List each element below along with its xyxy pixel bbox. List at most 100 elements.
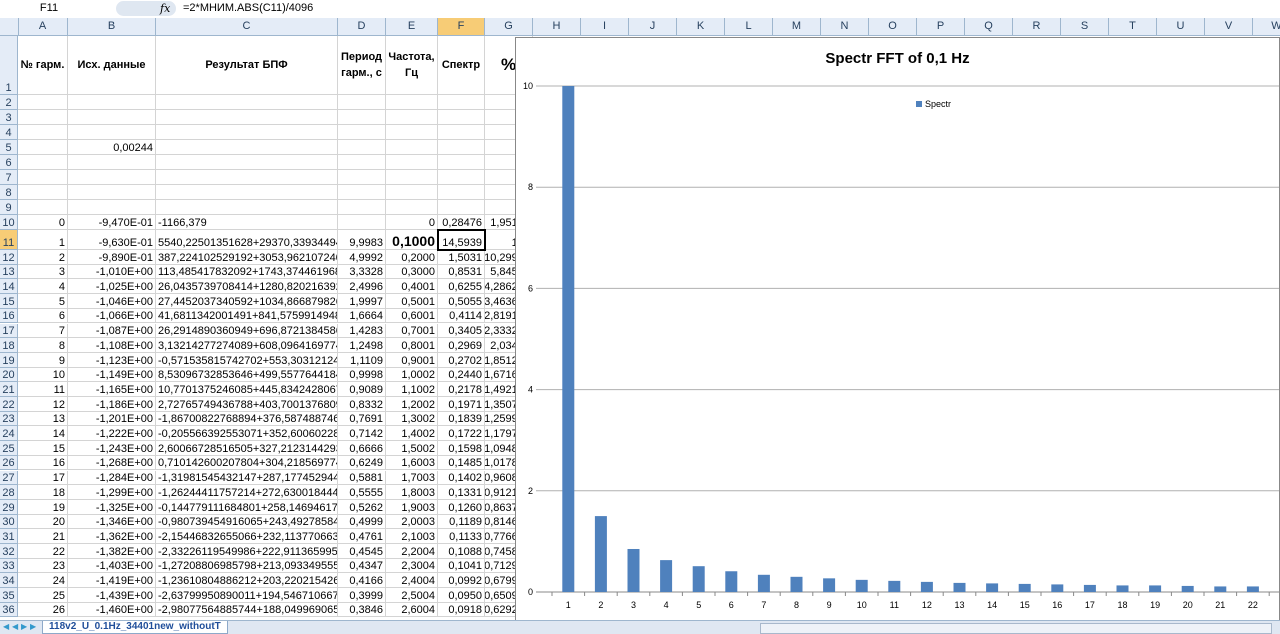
- row-header[interactable]: 1: [0, 36, 18, 95]
- row-header[interactable]: 23: [0, 411, 18, 427]
- cell[interactable]: [156, 185, 338, 200]
- cell-c[interactable]: 10,7701375246085+445,834242806722i: [156, 382, 338, 397]
- cell-e[interactable]: 0,7001: [386, 323, 438, 339]
- cell-f[interactable]: 0,2440: [438, 367, 485, 383]
- cell-d[interactable]: 9,9983: [338, 230, 386, 250]
- cell-c[interactable]: 387,224102529192+3053,96210724041i: [156, 250, 338, 265]
- cell-b[interactable]: -1,066E+00: [68, 308, 156, 324]
- cell-e[interactable]: 1,9003: [386, 499, 438, 515]
- cell-c[interactable]: -0,144779111684801+258,146946177698i: [156, 499, 338, 515]
- cell[interactable]: [18, 200, 68, 215]
- row-header[interactable]: 9: [0, 200, 18, 215]
- cell-a[interactable]: 23: [18, 558, 68, 574]
- row-header[interactable]: 27: [0, 470, 18, 486]
- cell-d[interactable]: 0,4761: [338, 529, 386, 544]
- cell-a[interactable]: 15: [18, 441, 68, 456]
- cell[interactable]: [156, 95, 338, 110]
- row-header[interactable]: 12: [0, 250, 18, 265]
- column-header[interactable]: O: [869, 18, 917, 35]
- column-header[interactable]: G: [485, 18, 533, 35]
- cell-b[interactable]: -1,165E+00: [68, 382, 156, 397]
- cell-b[interactable]: -1,346E+00: [68, 514, 156, 530]
- cell-f[interactable]: 0,8531: [438, 264, 485, 280]
- cell[interactable]: [68, 155, 156, 170]
- cell[interactable]: [338, 185, 386, 200]
- cell-c[interactable]: 2,60066728516505+327,212314429357i: [156, 441, 338, 456]
- cell-b[interactable]: -1,325E+00: [68, 499, 156, 515]
- cell[interactable]: [338, 110, 386, 125]
- cell-f[interactable]: 0,1260: [438, 499, 485, 515]
- cell-e[interactable]: 1,4002: [386, 426, 438, 442]
- cell[interactable]: [438, 185, 485, 200]
- row-header[interactable]: 18: [0, 338, 18, 353]
- cell-f[interactable]: 0,1971: [438, 397, 485, 412]
- cell-a[interactable]: 11: [18, 382, 68, 397]
- cell[interactable]: [438, 95, 485, 110]
- cell-b[interactable]: -1,123E+00: [68, 352, 156, 368]
- cell[interactable]: [18, 170, 68, 185]
- column-header[interactable]: C: [156, 18, 338, 35]
- cell[interactable]: [18, 125, 68, 140]
- cell-c[interactable]: -1,26244411757214+272,630018444109i: [156, 485, 338, 500]
- cell-b[interactable]: -1,382E+00: [68, 544, 156, 559]
- column-header[interactable]: V: [1205, 18, 1253, 35]
- cell[interactable]: [438, 155, 485, 170]
- cell[interactable]: [156, 170, 338, 185]
- cell-c[interactable]: -2,98077564885744+188,049969065466i: [156, 602, 338, 618]
- cell-a[interactable]: 19: [18, 499, 68, 515]
- row-header[interactable]: 6: [0, 155, 18, 170]
- row-header[interactable]: 4: [0, 125, 18, 140]
- cell-b[interactable]: -1,243E+00: [68, 441, 156, 456]
- cell-d[interactable]: 0,5555: [338, 485, 386, 500]
- next-sheet-icon[interactable]: ▶: [21, 622, 27, 631]
- sheet-tab[interactable]: 118v2_U_0.1Hz_34401new_withoutT: [42, 621, 228, 634]
- spectrum-chart[interactable]: Spectr FFT of 0,1 Hz Spectr 0 2 4 6 8 10 1 2 3 4 5…: [515, 37, 1280, 622]
- row-header[interactable]: 17: [0, 323, 18, 339]
- cell-e[interactable]: 0,6001: [386, 308, 438, 324]
- cell-e[interactable]: 1,1002: [386, 382, 438, 397]
- column-header[interactable]: R: [1013, 18, 1061, 35]
- cell-a[interactable]: 21: [18, 529, 68, 544]
- cell-f[interactable]: 0,1598: [438, 441, 485, 456]
- cell-e[interactable]: 0,5001: [386, 294, 438, 309]
- cell-a[interactable]: 17: [18, 470, 68, 486]
- cell-e[interactable]: 1,7003: [386, 470, 438, 486]
- cell-d[interactable]: 1,9997: [338, 294, 386, 309]
- cell-e[interactable]: 1,8003: [386, 485, 438, 500]
- cell-b[interactable]: -9,470E-01: [68, 215, 156, 230]
- cell-a[interactable]: 3: [18, 264, 68, 280]
- cell[interactable]: [338, 170, 386, 185]
- cell-c[interactable]: 26,0435739708414+1280,82021639264i: [156, 279, 338, 295]
- cell-d[interactable]: 0,4347: [338, 558, 386, 574]
- cell-e[interactable]: 0,1000: [386, 230, 438, 250]
- cell-b[interactable]: -1,284E+00: [68, 470, 156, 486]
- row-header[interactable]: 10: [0, 215, 18, 230]
- row-header[interactable]: 19: [0, 352, 18, 368]
- cell-e[interactable]: 1,6003: [386, 455, 438, 471]
- cell-f[interactable]: 0,6255: [438, 279, 485, 295]
- cell-c[interactable]: -1,86700822768894+376,587488746817i: [156, 411, 338, 427]
- row-header[interactable]: 32: [0, 544, 18, 559]
- cell-e[interactable]: 1,0002: [386, 367, 438, 383]
- insert-function-icon[interactable]: fx: [160, 1, 170, 16]
- row-header[interactable]: 28: [0, 485, 18, 500]
- cell-e[interactable]: 2,1003: [386, 529, 438, 544]
- cell-d[interactable]: 4,9992: [338, 250, 386, 265]
- cell-f[interactable]: 0,1041: [438, 558, 485, 574]
- cell-d[interactable]: 2,4996: [338, 279, 386, 295]
- cell[interactable]: [68, 110, 156, 125]
- column-title-f[interactable]: Спектр: [438, 36, 485, 95]
- cell[interactable]: [338, 155, 386, 170]
- column-header[interactable]: W: [1253, 18, 1280, 35]
- cell[interactable]: [386, 155, 438, 170]
- column-header[interactable]: D: [338, 18, 386, 35]
- column-header[interactable]: S: [1061, 18, 1109, 35]
- cell-d[interactable]: 1,6664: [338, 308, 386, 324]
- cell-d[interactable]: 0,5262: [338, 499, 386, 515]
- cell-d[interactable]: 3,3328: [338, 264, 386, 280]
- cell[interactable]: [156, 155, 338, 170]
- cell-c[interactable]: -0,980739454916065+243,492785843858i: [156, 514, 338, 530]
- cell-b[interactable]: -1,010E+00: [68, 264, 156, 280]
- row-header[interactable]: 26: [0, 455, 18, 471]
- cell-b[interactable]: -1,362E+00: [68, 529, 156, 544]
